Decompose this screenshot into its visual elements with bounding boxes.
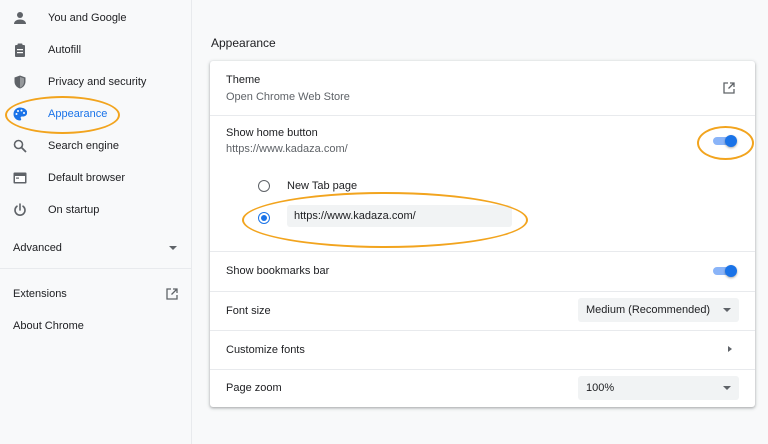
customize-fonts-title: Customize fonts (226, 344, 305, 356)
customize-fonts-row[interactable]: Customize fonts (210, 331, 755, 369)
sidebar-item-search-engine[interactable]: Search engine (0, 130, 191, 162)
sidebar-item-autofill[interactable]: Autofill (0, 34, 191, 66)
font-size-row: Font size Medium (Recommended) (210, 292, 755, 330)
page-zoom-title: Page zoom (226, 382, 282, 394)
theme-row[interactable]: Theme Open Chrome Web Store (210, 61, 755, 115)
chevron-down-icon (723, 308, 731, 312)
theme-title: Theme (226, 74, 261, 86)
bookmarks-bar-row[interactable]: Show bookmarks bar (210, 252, 755, 290)
radio-new-tab-page[interactable] (258, 180, 270, 192)
home-button-subtitle: https://www.kadaza.com/ (226, 143, 348, 155)
clipboard-icon (15, 43, 25, 57)
sidebar: You and Google Autofill Privacy and secu… (0, 0, 192, 444)
page-title: Appearance (211, 36, 276, 50)
sidebar-item-label: Appearance (48, 108, 108, 120)
sidebar-item-you-and-google[interactable]: You and Google (0, 2, 191, 34)
sidebar-item-privacy-and-security[interactable]: Privacy and security (0, 66, 191, 98)
sidebar-divider (0, 268, 191, 269)
home-button-toggle[interactable] (711, 134, 737, 148)
radio-custom-url[interactable] (258, 212, 270, 224)
sidebar-item-label: Autofill (48, 44, 82, 56)
sidebar-item-on-startup[interactable]: On startup (0, 194, 191, 226)
page-zoom-row: Page zoom 100% (210, 370, 755, 407)
search-icon (13, 139, 27, 153)
open-in-new-icon (166, 288, 178, 300)
palette-icon (13, 107, 27, 121)
bookmarks-bar-toggle[interactable] (711, 264, 737, 278)
extensions-label: Extensions (13, 288, 67, 300)
about-chrome-label: About Chrome (13, 320, 84, 332)
sidebar-item-label: You and Google (48, 12, 127, 24)
chevron-down-icon (169, 246, 177, 250)
font-size-select[interactable]: Medium (Recommended) (578, 298, 739, 322)
chevron-down-icon (723, 386, 731, 390)
person-icon (14, 12, 26, 24)
sidebar-item-appearance[interactable]: Appearance (0, 98, 191, 130)
power-icon (14, 203, 26, 216)
radio-new-tab-page-label: New Tab page (287, 180, 358, 192)
sidebar-item-default-browser[interactable]: Default browser (0, 162, 191, 194)
advanced-label: Advanced (13, 242, 62, 254)
browser-window-icon (13, 172, 27, 184)
sidebar-item-label: On startup (48, 204, 100, 216)
font-size-value: Medium (Recommended) (586, 304, 711, 316)
sidebar-item-label: Default browser (48, 172, 126, 184)
page-zoom-select[interactable]: 100% (578, 376, 739, 400)
theme-subtitle: Open Chrome Web Store (226, 91, 350, 103)
home-button-row: Show home button https://www.kadaza.com/ (210, 116, 755, 168)
font-size-title: Font size (226, 305, 271, 317)
appearance-card: Theme Open Chrome Web Store Show home bu… (210, 61, 755, 407)
sidebar-item-extensions[interactable]: Extensions (0, 278, 191, 310)
sidebar-item-label: Search engine (48, 140, 119, 152)
sidebar-item-label: Privacy and security (48, 76, 147, 88)
sidebar-advanced-toggle[interactable]: Advanced (0, 232, 191, 264)
home-url-input[interactable] (287, 205, 512, 227)
arrow-right-icon (728, 346, 732, 352)
bookmarks-bar-title: Show bookmarks bar (226, 265, 330, 277)
home-button-title: Show home button (226, 127, 318, 139)
shield-icon (14, 75, 26, 89)
page-zoom-value: 100% (586, 382, 615, 394)
sidebar-item-about-chrome[interactable]: About Chrome (0, 310, 191, 342)
open-in-new-icon[interactable] (723, 82, 735, 94)
